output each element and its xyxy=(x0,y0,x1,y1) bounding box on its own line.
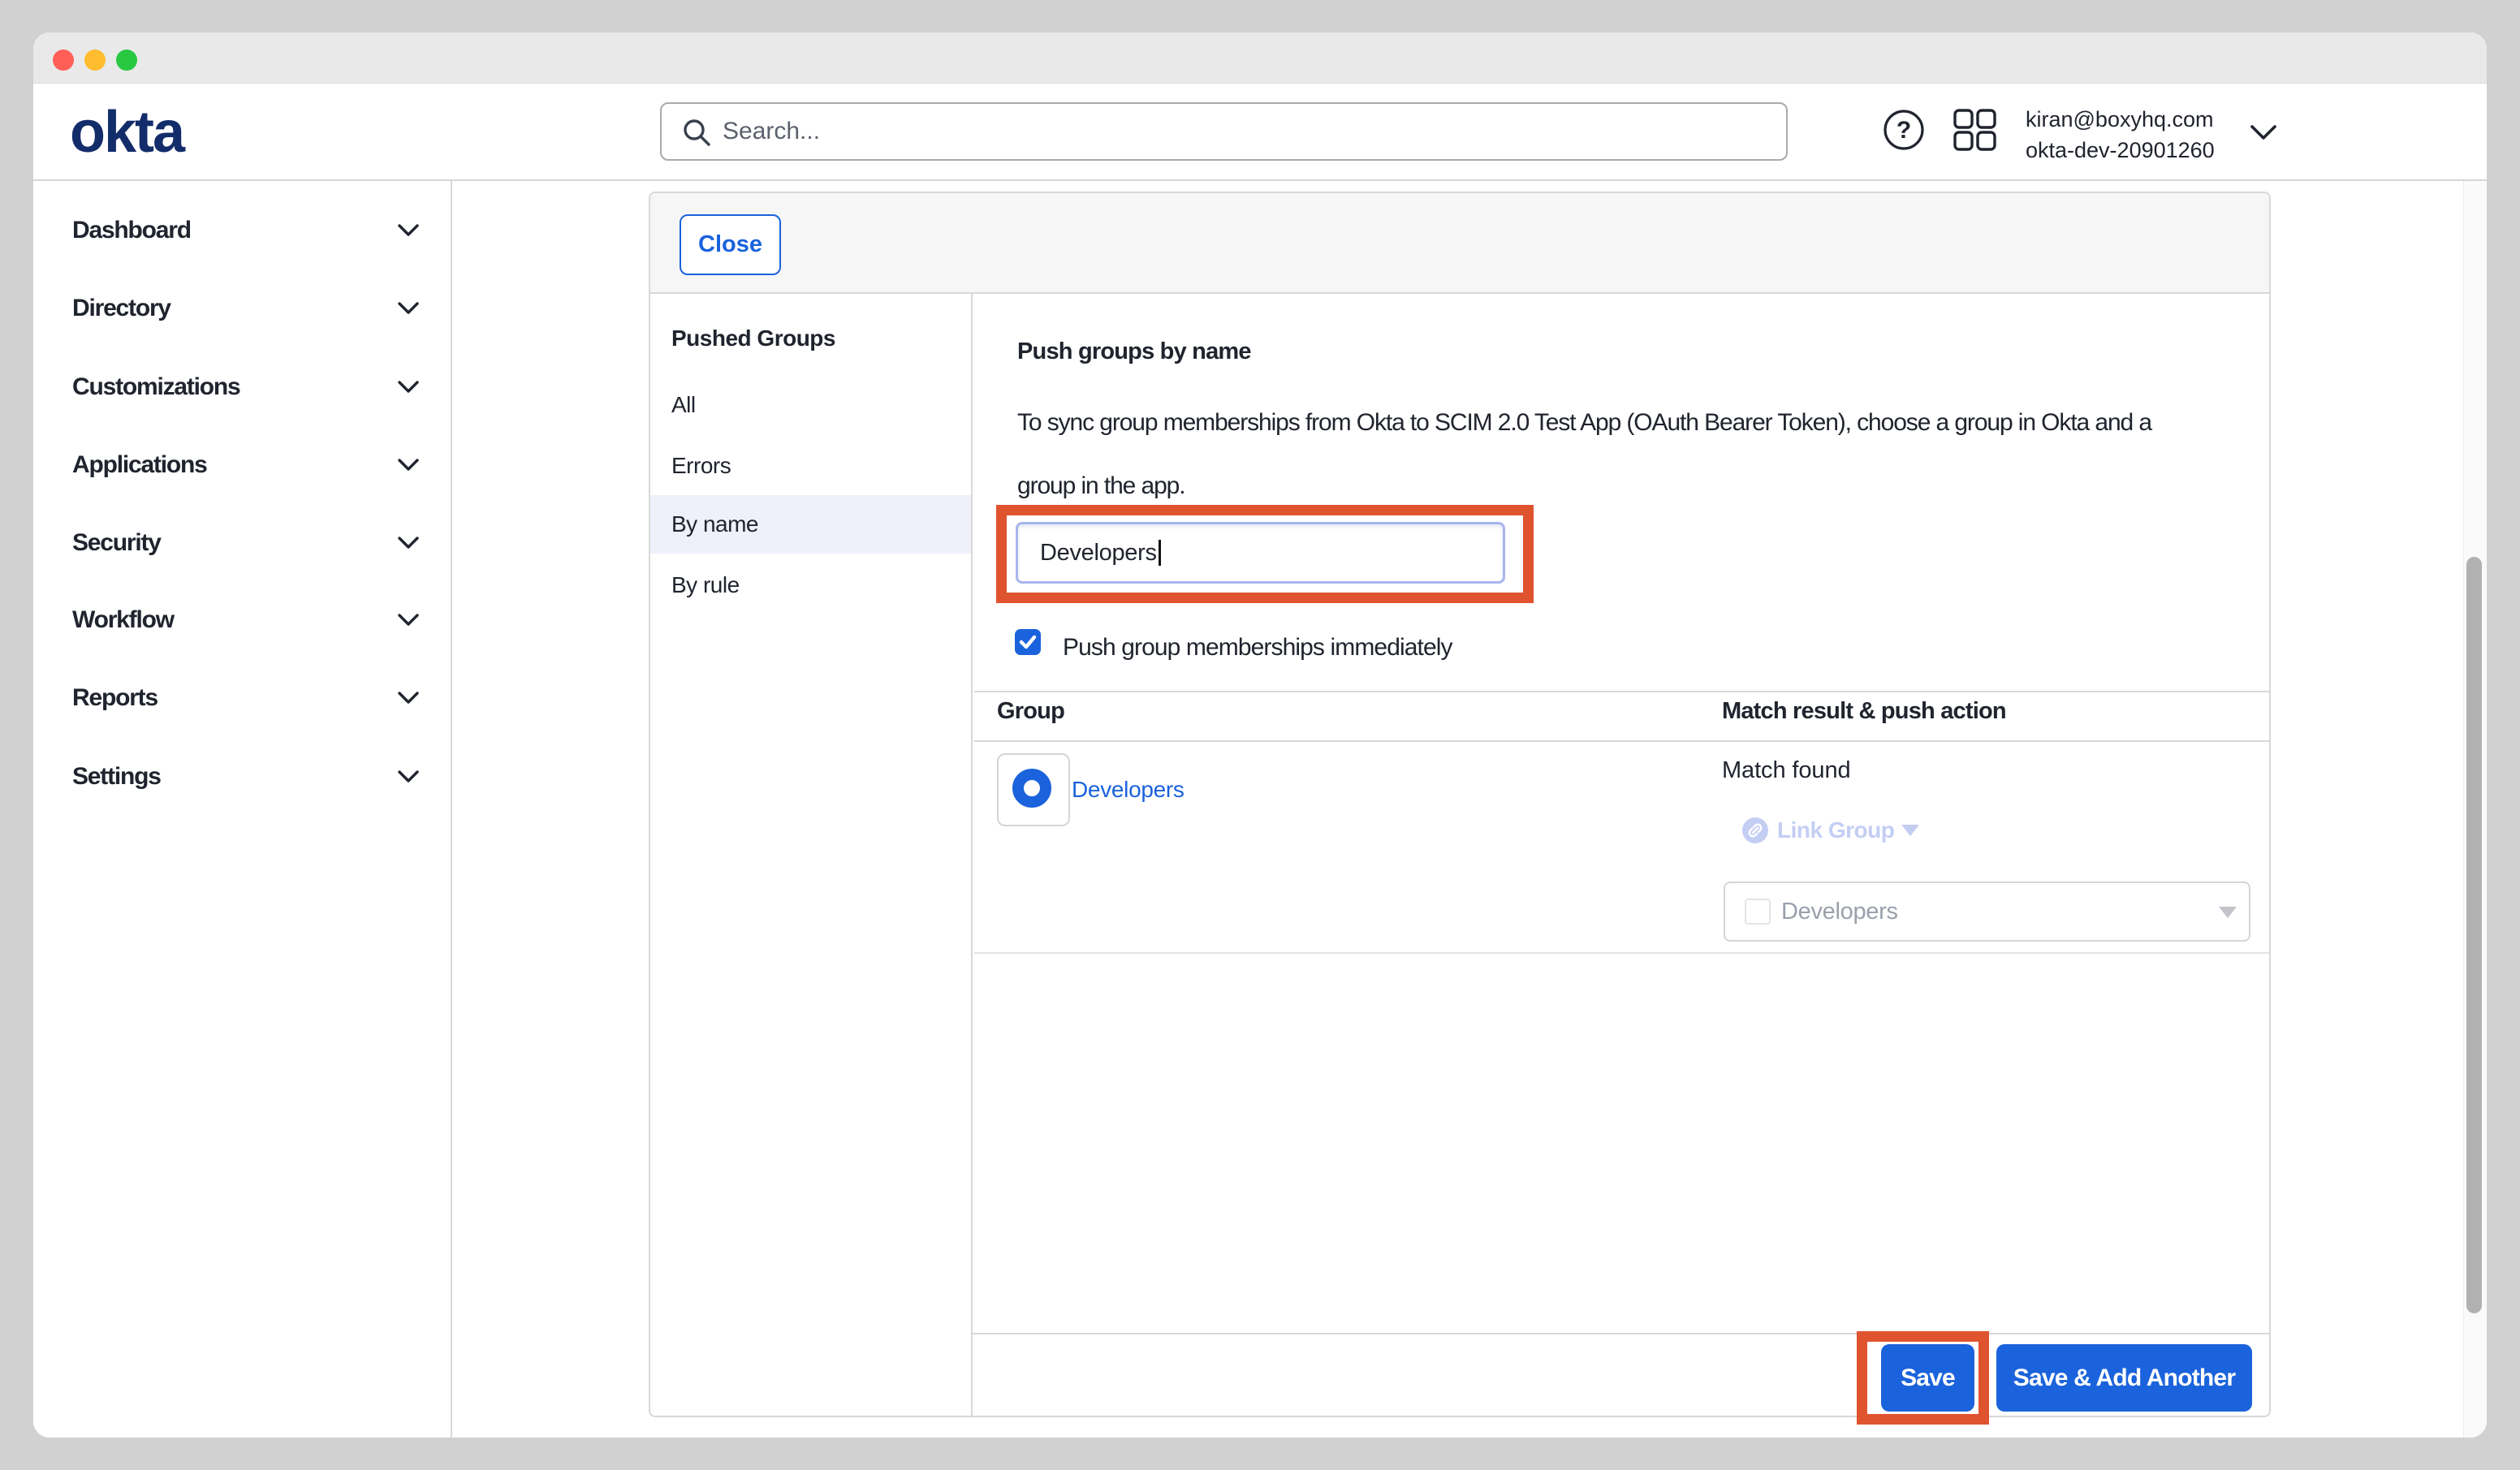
svg-text:?: ? xyxy=(1896,117,1911,144)
